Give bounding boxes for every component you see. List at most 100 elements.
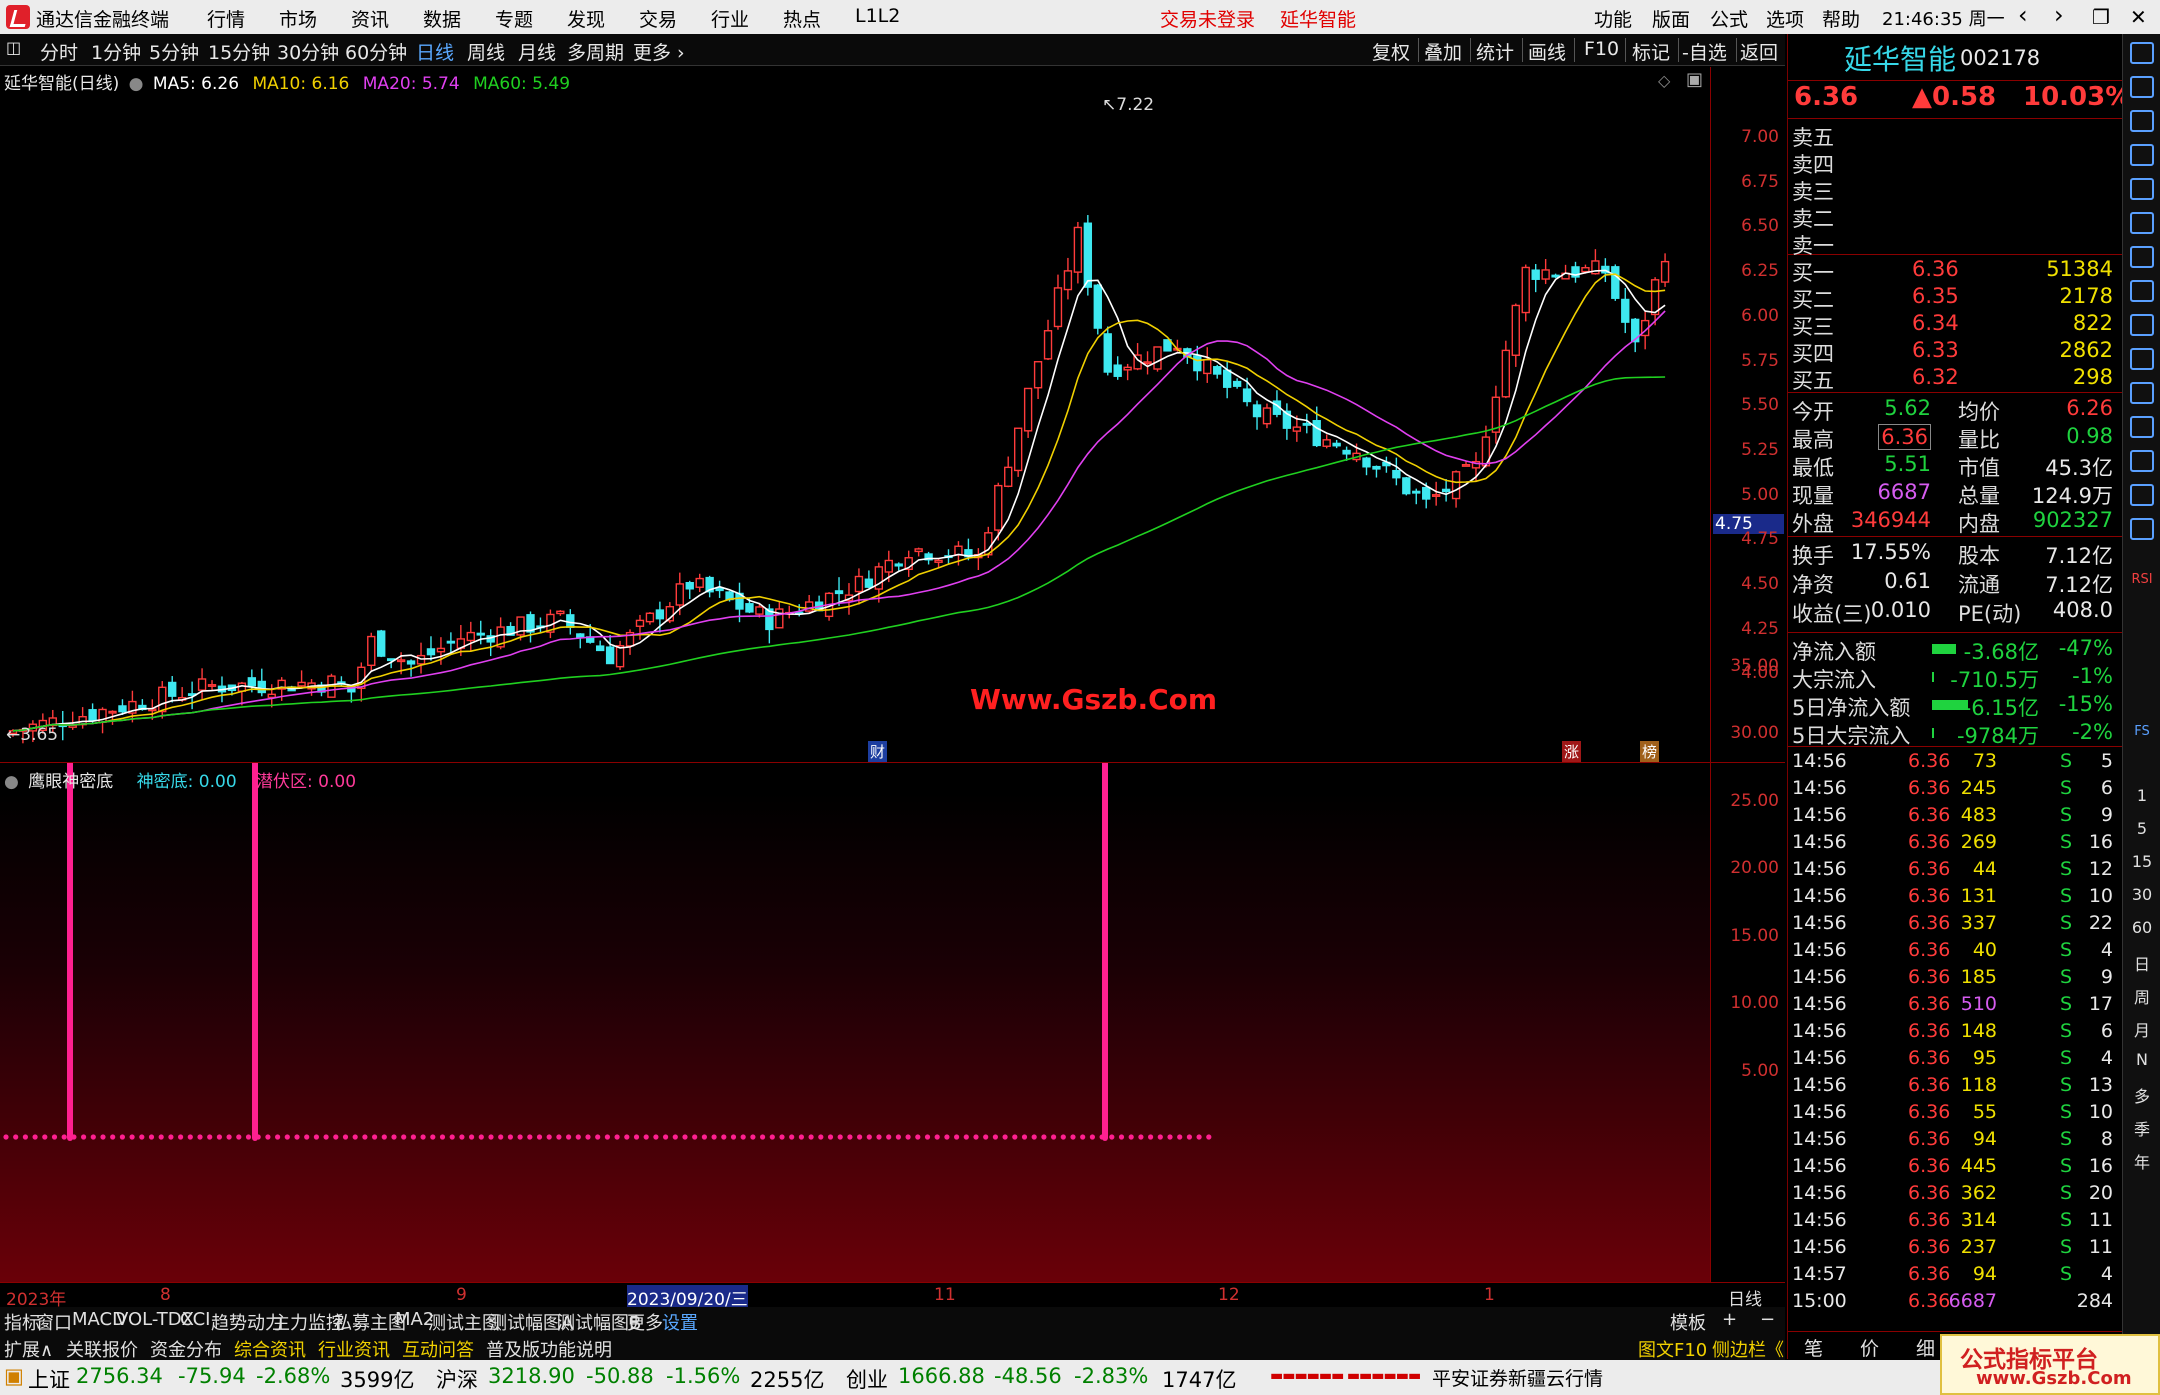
- menu-jiaoyi[interactable]: 交易: [639, 5, 677, 32]
- window-icon[interactable]: ▣: [1686, 69, 1703, 90]
- indicator-tab[interactable]: 设置: [662, 1309, 698, 1335]
- period-1min[interactable]: 1分钟: [91, 38, 141, 65]
- tool-tongji[interactable]: 统计: [1476, 38, 1514, 65]
- diamond-icon[interactable]: ◇: [1658, 71, 1670, 90]
- indicator-tab[interactable]: CCI: [180, 1309, 210, 1330]
- index2-name[interactable]: 沪深: [436, 1364, 478, 1394]
- mark-bang[interactable]: 榜: [1640, 741, 1660, 762]
- bid-row[interactable]: 买一 6.36 51384: [1792, 257, 2117, 285]
- rsi-icon[interactable]: RSI: [2123, 572, 2160, 587]
- indicator-chart[interactable]: ● 鹰眼神密底 神密底: 0.00 潜伏区: 0.00: [0, 762, 1710, 1283]
- side-tool-icon[interactable]: [2130, 246, 2154, 268]
- mark-cai[interactable]: 财: [868, 741, 888, 762]
- tab-right-control[interactable]: 模板: [1670, 1309, 1706, 1335]
- fs-icon[interactable]: FS: [2123, 724, 2160, 739]
- ask-row[interactable]: 卖三: [1792, 176, 2117, 204]
- side-tool-icon[interactable]: [2130, 212, 2154, 234]
- menu-bangzhu[interactable]: 帮助: [1822, 5, 1860, 32]
- menu-redian[interactable]: 热点: [783, 5, 821, 32]
- indicator-settings-icon[interactable]: ●: [4, 772, 19, 792]
- period-weekly[interactable]: 周线: [467, 38, 505, 65]
- tool-huaxian[interactable]: 画线: [1528, 38, 1566, 65]
- mark-zhang[interactable]: 涨: [1562, 741, 1582, 762]
- period-60min[interactable]: 60分钟: [345, 38, 407, 65]
- tool-fanhui[interactable]: 返回: [1740, 38, 1778, 65]
- ask-row[interactable]: 卖一: [1792, 230, 2117, 258]
- side-tool-icon[interactable]: [2130, 280, 2154, 302]
- panel-tab[interactable]: 细: [1916, 1334, 1935, 1361]
- restore-icon[interactable]: ❐: [2092, 5, 2110, 29]
- menu-faxian[interactable]: 发现: [567, 5, 605, 32]
- f10-tab[interactable]: 图文F10: [1638, 1336, 1707, 1362]
- period-shortcut[interactable]: N: [2123, 1050, 2160, 1069]
- tab-right-control[interactable]: +: [1722, 1309, 1737, 1330]
- menu-l1l2[interactable]: L1L2: [855, 5, 900, 27]
- period-daily[interactable]: 日线: [416, 38, 454, 65]
- ask-row[interactable]: 卖五: [1792, 122, 2117, 150]
- period-shortcut[interactable]: 60: [2123, 918, 2160, 937]
- period-monthly[interactable]: 月线: [518, 38, 556, 65]
- side-tool-icon[interactable]: [2130, 416, 2154, 438]
- period-30min[interactable]: 30分钟: [277, 38, 339, 65]
- period-shortcut[interactable]: 月: [2123, 1017, 2160, 1041]
- info-tab[interactable]: 互动问答: [402, 1336, 474, 1362]
- menu-shuju[interactable]: 数据: [423, 5, 461, 32]
- bid-row[interactable]: 买四 6.33 2862: [1792, 338, 2117, 366]
- menu-zhuanti[interactable]: 专题: [495, 5, 533, 32]
- bid-row[interactable]: 买五 6.32 298: [1792, 365, 2117, 393]
- tool-biaoji[interactable]: 标记: [1632, 38, 1670, 65]
- ask-row[interactable]: 卖四: [1792, 149, 2117, 177]
- side-tool-icon[interactable]: [2130, 144, 2154, 166]
- info-tab[interactable]: 普及版功能说明: [486, 1336, 612, 1362]
- side-tool-icon[interactable]: [2130, 382, 2154, 404]
- forward-icon[interactable]: ›: [2054, 1, 2064, 29]
- kline-chart[interactable]: 延华智能(日线) ● MA5: 6.26 MA10: 6.16 MA20: 5.…: [0, 67, 1710, 762]
- panel-tab[interactable]: 价: [1860, 1334, 1879, 1361]
- tab-right-control[interactable]: −: [1760, 1309, 1775, 1330]
- side-tool-icon[interactable]: [2130, 484, 2154, 506]
- period-shortcut[interactable]: 30: [2123, 885, 2160, 904]
- info-tab[interactable]: 扩展∧: [4, 1336, 53, 1362]
- indicator-tab[interactable]: 窗口: [36, 1309, 72, 1335]
- side-tool-icon[interactable]: [2130, 518, 2154, 540]
- indicator-tab[interactable]: 更多: [627, 1309, 663, 1335]
- menu-xuanxiang[interactable]: 选项: [1766, 5, 1804, 32]
- tool-fuquan[interactable]: 复权: [1372, 38, 1410, 65]
- bid-row[interactable]: 买三 6.34 822: [1792, 311, 2117, 339]
- period-shortcut[interactable]: 多: [2123, 1083, 2160, 1107]
- period-shortcut[interactable]: 季: [2123, 1116, 2160, 1140]
- tool-diejia[interactable]: 叠加: [1424, 38, 1462, 65]
- info-tab[interactable]: 关联报价: [66, 1336, 138, 1362]
- index1-name[interactable]: 上证: [28, 1364, 70, 1394]
- panel-tab[interactable]: 笔: [1804, 1334, 1823, 1361]
- period-multi[interactable]: 多周期: [567, 38, 624, 65]
- info-tab[interactable]: 综合资讯: [234, 1336, 306, 1362]
- side-tool-icon[interactable]: [2130, 314, 2154, 336]
- menu-shichang[interactable]: 市场: [279, 5, 317, 32]
- back-icon[interactable]: ‹: [2018, 1, 2028, 29]
- menu-hangye[interactable]: 行业: [711, 5, 749, 32]
- trade-login-status[interactable]: 交易未登录: [1160, 5, 1255, 32]
- side-tool-icon[interactable]: [2130, 42, 2154, 64]
- menu-zixun[interactable]: 资讯: [351, 5, 389, 32]
- period-shortcut[interactable]: 周: [2123, 984, 2160, 1008]
- menu-gongshi[interactable]: 公式: [1710, 5, 1748, 32]
- tool-f10[interactable]: F10: [1584, 38, 1619, 60]
- close-icon[interactable]: ✕: [2130, 5, 2147, 29]
- period-shortcut[interactable]: 日: [2123, 951, 2160, 975]
- kline-svg[interactable]: [0, 67, 1710, 762]
- side-tool-icon[interactable]: [2130, 450, 2154, 472]
- toggle-panel-icon[interactable]: ◫: [6, 38, 21, 57]
- market-icon[interactable]: ▣: [4, 1364, 24, 1388]
- menu-hangqing[interactable]: 行情: [207, 5, 245, 32]
- bid-row[interactable]: 买二 6.35 2178: [1792, 284, 2117, 312]
- ask-row[interactable]: 卖二: [1792, 203, 2117, 231]
- period-more[interactable]: 更多 ›: [633, 38, 685, 65]
- side-tool-icon[interactable]: [2130, 348, 2154, 370]
- info-tab[interactable]: 资金分布: [150, 1336, 222, 1362]
- period-shortcut[interactable]: 年: [2123, 1149, 2160, 1173]
- menu-gongneng[interactable]: 功能: [1594, 5, 1632, 32]
- period-15min[interactable]: 15分钟: [208, 38, 270, 65]
- period-shortcut[interactable]: 15: [2123, 852, 2160, 871]
- info-tab[interactable]: 行业资讯: [318, 1336, 390, 1362]
